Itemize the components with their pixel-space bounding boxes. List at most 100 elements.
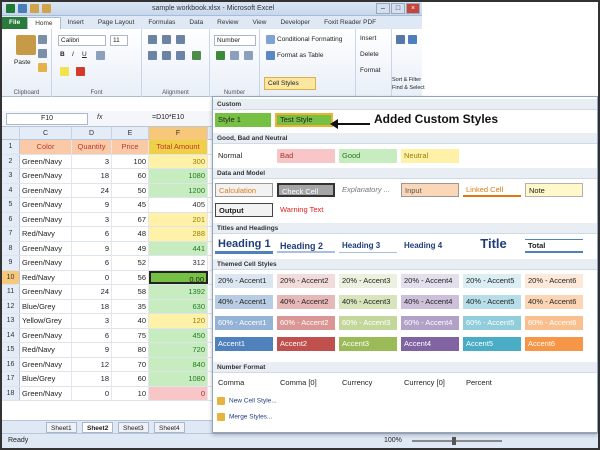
style-style-1[interactable]: Style 1 bbox=[215, 113, 271, 127]
merge-center-icon[interactable] bbox=[192, 51, 201, 60]
style-output[interactable]: Output bbox=[215, 203, 273, 217]
style-20-accent2[interactable]: 20% - Accent2 bbox=[277, 274, 335, 288]
style-40-accent6[interactable]: 40% - Accent6 bbox=[525, 295, 583, 309]
minimize-icon[interactable]: – bbox=[376, 3, 390, 14]
cell-color[interactable]: Blue/Grey bbox=[20, 299, 72, 313]
align-bottom-icon[interactable] bbox=[176, 35, 185, 44]
cell-price[interactable]: 75 bbox=[112, 328, 149, 342]
save-icon[interactable] bbox=[18, 4, 27, 13]
style-accent5[interactable]: Accent5 bbox=[463, 337, 521, 351]
style-calculation[interactable]: Calculation bbox=[215, 183, 273, 197]
zoom-slider[interactable] bbox=[412, 440, 502, 442]
cell-quantity[interactable]: 3 bbox=[72, 154, 112, 168]
cell-quantity[interactable]: 12 bbox=[72, 357, 112, 371]
row-number[interactable]: 2 bbox=[2, 154, 20, 168]
align-top-icon[interactable] bbox=[148, 35, 157, 44]
row-number[interactable]: 1 bbox=[2, 140, 20, 154]
row-number[interactable]: 13 bbox=[2, 314, 20, 328]
style-note[interactable]: Note bbox=[525, 183, 583, 197]
cell-total-amount[interactable]: 120 bbox=[149, 314, 208, 328]
undo-icon[interactable] bbox=[30, 4, 39, 13]
style-20-accent3[interactable]: 20% - Accent3 bbox=[339, 274, 397, 288]
name-box[interactable]: F10 bbox=[6, 113, 88, 125]
cell-quantity[interactable]: 0 bbox=[72, 270, 112, 284]
align-center-icon[interactable] bbox=[162, 51, 171, 60]
style-accent1[interactable]: Accent1 bbox=[215, 337, 273, 351]
cell-color[interactable]: Green/Navy bbox=[20, 386, 72, 400]
cell-price[interactable]: 60 bbox=[112, 169, 149, 183]
zoom-level[interactable]: 100% bbox=[384, 437, 402, 444]
format-painter-icon[interactable] bbox=[38, 63, 47, 72]
cell-price[interactable]: 70 bbox=[112, 357, 149, 371]
style-20-accent5[interactable]: 20% - Accent5 bbox=[463, 274, 521, 288]
sheet-tab-1[interactable]: Sheet1 bbox=[46, 422, 77, 433]
sort-filter-button[interactable]: Sort & Filter bbox=[392, 77, 421, 83]
row-number[interactable]: 8 bbox=[2, 241, 20, 255]
align-middle-icon[interactable] bbox=[162, 35, 171, 44]
cell-total-amount[interactable]: 405 bbox=[149, 198, 208, 212]
font-color-icon[interactable] bbox=[76, 67, 85, 76]
style-40-accent4[interactable]: 40% - Accent4 bbox=[401, 295, 459, 309]
cell-price[interactable]: 35 bbox=[112, 299, 149, 313]
cell-quantity[interactable]: 18 bbox=[72, 169, 112, 183]
row-number[interactable]: 18 bbox=[2, 386, 20, 400]
cell-total-amount[interactable]: 441 bbox=[149, 241, 208, 255]
style-accent4[interactable]: Accent4 bbox=[401, 337, 459, 351]
zoom-slider-thumb[interactable] bbox=[452, 437, 456, 445]
cell-total-amount[interactable]: 450 bbox=[149, 328, 208, 342]
row-number[interactable]: 7 bbox=[2, 227, 20, 241]
header-cell-color[interactable]: Color bbox=[20, 140, 72, 154]
cell-total-amount[interactable]: 0.00 bbox=[149, 270, 208, 284]
copy-icon[interactable] bbox=[38, 49, 47, 58]
style-good[interactable]: Good bbox=[339, 149, 397, 163]
row-number[interactable]: 3 bbox=[2, 169, 20, 183]
style-bad[interactable]: Bad bbox=[277, 149, 335, 163]
cell-quantity[interactable]: 6 bbox=[72, 256, 112, 270]
style-60-accent6[interactable]: 60% - Accent6 bbox=[525, 316, 583, 330]
format-as-table-button[interactable]: Format as Table bbox=[266, 51, 323, 60]
fill-color-icon[interactable] bbox=[60, 67, 69, 76]
cell-price[interactable]: 10 bbox=[112, 386, 149, 400]
style-60-accent2[interactable]: 60% - Accent2 bbox=[277, 316, 335, 330]
style-currency-0[interactable]: Currency [0] bbox=[401, 376, 459, 390]
cell-price[interactable]: 60 bbox=[112, 372, 149, 386]
borders-icon[interactable] bbox=[96, 51, 105, 60]
cell-price[interactable]: 45 bbox=[112, 198, 149, 212]
cell-quantity[interactable]: 6 bbox=[72, 328, 112, 342]
style-40-accent1[interactable]: 40% - Accent1 bbox=[215, 295, 273, 309]
sheet-tab-2[interactable]: Sheet2 bbox=[82, 422, 114, 433]
style-accent6[interactable]: Accent6 bbox=[525, 337, 583, 351]
style-20-accent6[interactable]: 20% - Accent6 bbox=[525, 274, 583, 288]
number-format-select[interactable]: Number bbox=[214, 35, 256, 46]
cell-color[interactable]: Green/Navy bbox=[20, 154, 72, 168]
style-percent[interactable]: Percent bbox=[463, 376, 521, 390]
cell-quantity[interactable]: 3 bbox=[72, 212, 112, 226]
merge-styles-menu-item[interactable]: Merge Styles... bbox=[217, 413, 272, 421]
cell-total-amount[interactable]: 312 bbox=[149, 256, 208, 270]
row-number[interactable]: 10 bbox=[2, 270, 20, 284]
align-right-icon[interactable] bbox=[176, 51, 185, 60]
tab-data[interactable]: Data bbox=[182, 17, 210, 29]
fx-icon[interactable]: fx bbox=[97, 114, 102, 121]
style-comma-0[interactable]: Comma [0] bbox=[277, 376, 335, 390]
cell-quantity[interactable]: 18 bbox=[72, 299, 112, 313]
cell-color[interactable]: Green/Navy bbox=[20, 169, 72, 183]
cell-price[interactable]: 48 bbox=[112, 227, 149, 241]
column-header-e[interactable]: E bbox=[112, 127, 149, 140]
cell-total-amount[interactable]: 201 bbox=[149, 212, 208, 226]
cell-quantity[interactable]: 3 bbox=[72, 314, 112, 328]
sheet-tab-4[interactable]: Sheet4 bbox=[154, 422, 185, 433]
style-40-accent5[interactable]: 40% - Accent5 bbox=[463, 295, 521, 309]
underline-button[interactable]: U bbox=[82, 51, 87, 58]
style-60-accent5[interactable]: 60% - Accent5 bbox=[463, 316, 521, 330]
align-left-icon[interactable] bbox=[148, 51, 157, 60]
row-number[interactable]: 17 bbox=[2, 372, 20, 386]
style-heading-2[interactable]: Heading 2 bbox=[277, 239, 335, 253]
cell-color[interactable]: Green/Navy bbox=[20, 285, 72, 299]
paste-button[interactable]: Paste bbox=[14, 59, 31, 66]
new-cell-style-menu-item[interactable]: New Cell Style... bbox=[217, 397, 277, 405]
cell-total-amount[interactable]: 1392 bbox=[149, 285, 208, 299]
row-number[interactable]: 11 bbox=[2, 285, 20, 299]
italic-button[interactable]: I bbox=[72, 51, 74, 58]
cell-quantity[interactable]: 9 bbox=[72, 241, 112, 255]
